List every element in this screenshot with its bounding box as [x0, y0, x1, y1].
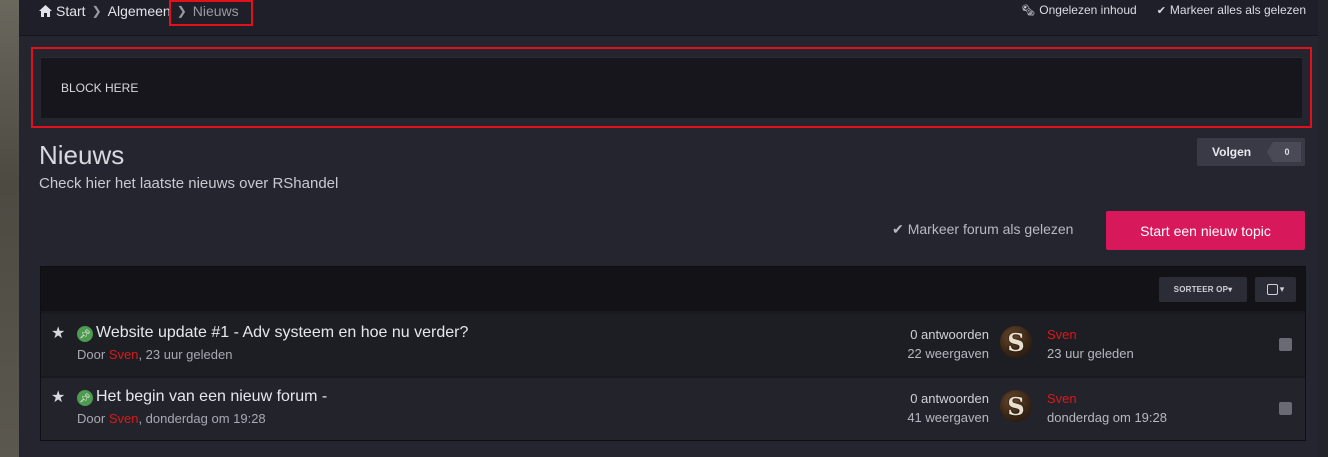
view-count: 22 weergaven [907, 346, 989, 361]
check-icon: ✔ [1156, 5, 1166, 17]
topic-start-time: , donderdag om 19:28 [138, 411, 266, 426]
last-post-author-link[interactable]: Sven [1047, 389, 1167, 408]
avatar[interactable]: S [1000, 390, 1032, 422]
page-container: Start ❯ Algemeen ❯ Nieuws 🗞︎ Ongelezen in… [19, 0, 1318, 457]
unread-content-link[interactable]: 🗞︎ Ongelezen inhoud [1021, 3, 1136, 17]
view-count: 41 weergaven [907, 410, 989, 425]
reply-count: 0 antwoorden [910, 327, 989, 342]
mark-all-read-link[interactable]: ✔ Markeer alles als gelezen [1157, 3, 1306, 17]
last-post-info: Sven donderdag om 19:28 [1047, 389, 1167, 427]
caret-down-icon: ▾ [1228, 285, 1233, 294]
topic-title-link[interactable]: Website update #1 - Adv systeem en hoe n… [96, 324, 468, 342]
follow-button[interactable]: Volgen 0 [1197, 138, 1305, 166]
breadcrumb-bar: Start ❯ Algemeen ❯ Nieuws 🗞︎ Ongelezen in… [19, 0, 1318, 36]
topic-meta: Door Sven, 23 uur geleden [77, 347, 232, 362]
row-checkbox[interactable] [1279, 338, 1292, 351]
chevron-right-icon: ❯ [91, 4, 102, 18]
topic-author-link[interactable]: Sven [109, 347, 139, 362]
row-checkbox[interactable] [1279, 402, 1292, 415]
last-post-time[interactable]: donderdag om 19:28 [1047, 408, 1167, 427]
topic-author-link[interactable]: Sven [109, 411, 139, 426]
topic-title-link[interactable]: Het begin van een nieuw forum - [96, 388, 327, 406]
topic-start-time: , 23 uur geleden [138, 347, 233, 362]
topic-list-header: SORTEER OP ▾ ▾ [41, 267, 1305, 311]
topic-row[interactable]: ★ 📌︎ Website update #1 - Adv systeem en … [41, 314, 1305, 376]
breadcrumb-start[interactable]: Start [56, 3, 86, 19]
background-strip-right [1318, 0, 1328, 457]
checkbox-icon [1266, 284, 1278, 295]
new-topic-button[interactable]: Start een nieuw topic [1106, 211, 1305, 250]
avatar[interactable]: S [1000, 326, 1032, 358]
last-post-author-link[interactable]: Sven [1047, 325, 1134, 344]
sort-label: SORTEER OP [1173, 285, 1229, 294]
caret-down-icon: ▾ [1279, 284, 1285, 294]
background-strip [0, 0, 19, 457]
page-description: Check hier het laatste nieuws over RShan… [39, 175, 339, 192]
pin-icon: 📌︎ [77, 390, 93, 406]
last-post-info: Sven 23 uur geleden [1047, 325, 1134, 363]
mark-forum-read-link[interactable]: ✔ Markeer forum als gelezen [892, 221, 1073, 238]
ad-block: BLOCK HERE [41, 57, 1302, 118]
check-icon: ✔ [892, 221, 904, 237]
topic-meta: Door Sven, donderdag om 19:28 [77, 411, 266, 426]
breadcrumb-algemeen[interactable]: Algemeen [108, 3, 171, 19]
pin-icon: 📌︎ [77, 326, 93, 342]
topic-row[interactable]: ★ 📌︎ Het begin van een nieuw forum - Doo… [41, 378, 1305, 440]
star-icon[interactable]: ★ [51, 387, 65, 407]
last-post-time[interactable]: 23 uur geleden [1047, 344, 1134, 363]
topic-stats: 0 antwoorden 22 weergaven [901, 325, 989, 363]
highlight-box-block: BLOCK HERE [31, 47, 1312, 128]
select-all-button[interactable]: ▾ [1255, 277, 1296, 302]
mark-forum-read-label: Markeer forum als gelezen [907, 221, 1074, 237]
top-actions: 🗞︎ Ongelezen inhoud ✔ Markeer alles als ge… [1021, 3, 1306, 17]
home-icon [39, 5, 52, 17]
topic-stats: 0 antwoorden 41 weergaven [901, 389, 989, 427]
star-icon[interactable]: ★ [51, 323, 65, 343]
topic-by-label: Door [77, 347, 106, 362]
page-title: Nieuws [39, 140, 125, 170]
sort-button[interactable]: SORTEER OP ▾ [1159, 277, 1247, 302]
follow-count-badge: 0 [1267, 142, 1301, 162]
topic-list: SORTEER OP ▾ ▾ ★ 📌︎ Website update #1 - … [40, 266, 1306, 441]
reply-count: 0 antwoorden [910, 391, 989, 406]
topic-by-label: Door [77, 411, 106, 426]
newspaper-icon: 🗞︎ [1021, 5, 1036, 17]
mark-all-read-label: Markeer alles als gelezen [1169, 3, 1306, 17]
block-text: BLOCK HERE [61, 81, 139, 95]
unread-content-label: Ongelezen inhoud [1039, 3, 1137, 17]
follow-label: Volgen [1212, 145, 1252, 159]
highlight-box-breadcrumb [169, 0, 253, 26]
